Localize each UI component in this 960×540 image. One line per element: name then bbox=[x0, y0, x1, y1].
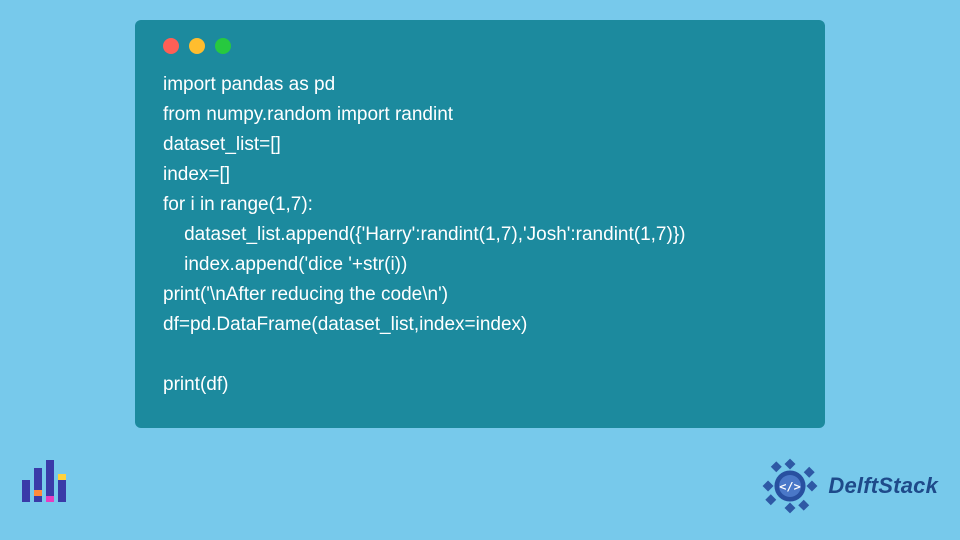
close-icon bbox=[163, 38, 179, 54]
left-logo-icon bbox=[22, 460, 70, 512]
delftstack-badge-icon: </> bbox=[758, 454, 822, 518]
svg-text:</>: </> bbox=[780, 480, 801, 494]
traffic-lights bbox=[155, 34, 805, 54]
brand-name: DelftStack bbox=[828, 473, 938, 499]
maximize-icon bbox=[215, 38, 231, 54]
code-block: import pandas as pd from numpy.random im… bbox=[155, 70, 805, 400]
code-window: import pandas as pd from numpy.random im… bbox=[135, 20, 825, 428]
minimize-icon bbox=[189, 38, 205, 54]
delftstack-logo: </> DelftStack bbox=[758, 454, 938, 518]
